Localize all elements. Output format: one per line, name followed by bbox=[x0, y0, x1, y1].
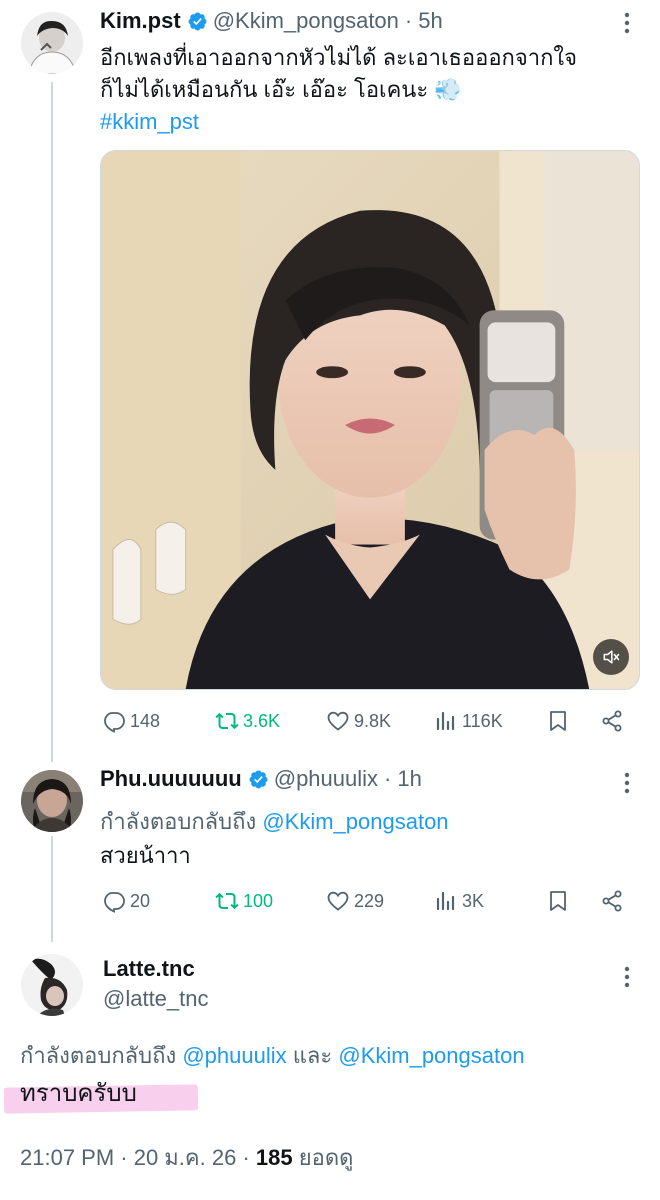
like-button[interactable]: 229 bbox=[326, 886, 384, 916]
bookmark-button[interactable] bbox=[546, 706, 574, 736]
tweet-text-line: ก็ไม่ได้เหมือนกัน เอ๊ะ เอ๊อะ โอเคนะ bbox=[100, 77, 429, 102]
timestamp[interactable]: 1h bbox=[397, 766, 421, 792]
reply-icon bbox=[104, 712, 125, 733]
author-handle-row: @latte_tnc bbox=[103, 986, 209, 1012]
display-name[interactable]: Kim.pst bbox=[100, 8, 181, 34]
views-icon bbox=[436, 711, 455, 731]
tweet-text-line: อีกเพลงที่เอาออกจากหัวไม่ได้ ละเอาเธอออก… bbox=[100, 45, 578, 70]
more-icon bbox=[624, 12, 630, 34]
replying-to: กำลังตอบกลับถึง @phuuulix และ @Kkim_pong… bbox=[20, 1038, 525, 1073]
mute-icon bbox=[603, 650, 620, 664]
tweet-text: ทราบครับบ bbox=[20, 1080, 137, 1107]
share-button[interactable] bbox=[600, 886, 628, 916]
like-icon bbox=[327, 891, 349, 911]
verified-icon bbox=[249, 770, 268, 788]
handle[interactable]: @phuuulix bbox=[274, 766, 378, 792]
tweet-header: Phu.uuuuuuu @phuuulix · 1h bbox=[100, 766, 422, 792]
repost-icon bbox=[215, 712, 239, 730]
bookmark-icon bbox=[550, 711, 566, 731]
reply-button[interactable]: 148 bbox=[102, 706, 160, 736]
separator-dot: · bbox=[404, 8, 413, 33]
like-count: 229 bbox=[354, 890, 385, 911]
views-count: 116K bbox=[462, 710, 503, 731]
bookmark-button[interactable] bbox=[546, 886, 574, 916]
thread-line bbox=[51, 836, 53, 942]
handle[interactable]: @Kkim_pongsaton bbox=[213, 8, 399, 34]
display-name[interactable]: Latte.tnc bbox=[103, 956, 195, 982]
repost-count: 100 bbox=[243, 890, 274, 911]
tweet-datetime[interactable]: 21:07 PM · 20 ม.ค. 26 · bbox=[20, 1145, 250, 1170]
bookmark-icon bbox=[550, 891, 566, 911]
replying-to: กำลังตอบกลับถึง @Kkim_pongsaton bbox=[100, 804, 449, 839]
handle[interactable]: @latte_tnc bbox=[103, 986, 209, 1012]
replying-to-label: กำลังตอบกลับถึง bbox=[100, 809, 257, 834]
views-count: 185 bbox=[255, 1145, 293, 1170]
hashtag-link[interactable]: #kkim_pst bbox=[100, 106, 650, 138]
video-player[interactable] bbox=[100, 150, 640, 690]
repost-button[interactable]: 100 bbox=[215, 886, 273, 916]
author-name-row: Latte.tnc bbox=[103, 956, 195, 982]
reply-button[interactable]: 20 bbox=[102, 886, 150, 916]
views-count: 3K bbox=[462, 890, 485, 911]
reply-count: 20 bbox=[130, 890, 151, 911]
tweet-header: Kim.pst @Kkim_pongsaton · 5h bbox=[100, 8, 443, 34]
views-button[interactable]: 116K bbox=[434, 706, 503, 736]
avatar-kim[interactable] bbox=[21, 12, 83, 74]
share-icon bbox=[602, 710, 622, 732]
views-icon bbox=[436, 891, 455, 911]
views-button[interactable]: 3K bbox=[434, 886, 484, 916]
reply-icon bbox=[104, 892, 125, 913]
views-label: ยอดดู bbox=[298, 1145, 354, 1170]
like-icon bbox=[327, 711, 349, 731]
tweet-meta: 21:07 PM · 20 ม.ค. 26 · 185 ยอดดู bbox=[20, 1140, 353, 1175]
timestamp[interactable]: 5h bbox=[418, 8, 442, 34]
replying-to-label: กำลังตอบกลับถึง bbox=[20, 1043, 177, 1068]
more-button[interactable] bbox=[612, 8, 642, 38]
tweet-body: อีกเพลงที่เอาออกจากหัวไม่ได้ ละเอาเธอออก… bbox=[100, 42, 650, 138]
tweet-text-line-wrap: ก็ไม่ได้เหมือนกัน เอ๊ะ เอ๊อะ โอเคนะ 💨 bbox=[100, 74, 650, 106]
mention-link[interactable]: @Kkim_pongsaton bbox=[338, 1043, 524, 1068]
display-name[interactable]: Phu.uuuuuuu bbox=[100, 766, 242, 792]
more-button[interactable] bbox=[612, 962, 642, 992]
action-bar: 148 3.6K 9.8K 116K bbox=[100, 706, 630, 736]
more-icon bbox=[624, 772, 630, 794]
verified-icon bbox=[188, 12, 207, 30]
repost-icon bbox=[215, 892, 239, 910]
separator-dot: · bbox=[384, 766, 392, 791]
repost-button[interactable]: 3.6K bbox=[215, 706, 280, 736]
share-button[interactable] bbox=[600, 706, 628, 736]
share-icon bbox=[602, 890, 622, 912]
like-button[interactable]: 9.8K bbox=[326, 706, 391, 736]
avatar-latte[interactable] bbox=[21, 954, 83, 1016]
dash-emoji: 💨 bbox=[434, 77, 462, 102]
mention-link[interactable]: @phuuulix bbox=[182, 1043, 286, 1068]
mute-button[interactable] bbox=[593, 639, 629, 675]
tweet-text: สวยน้าาา bbox=[100, 843, 191, 868]
more-button[interactable] bbox=[612, 768, 642, 798]
more-icon bbox=[624, 966, 630, 988]
replying-to-and: และ bbox=[292, 1043, 333, 1068]
action-bar: 20 100 229 3K bbox=[100, 886, 630, 916]
mention-link[interactable]: @Kkim_pongsaton bbox=[262, 809, 448, 834]
like-count: 9.8K bbox=[354, 710, 392, 731]
reply-count: 148 bbox=[130, 710, 161, 731]
repost-count: 3.6K bbox=[243, 710, 281, 731]
thread-line bbox=[51, 82, 53, 762]
avatar-phu[interactable] bbox=[21, 770, 83, 832]
video-frame bbox=[101, 151, 639, 689]
